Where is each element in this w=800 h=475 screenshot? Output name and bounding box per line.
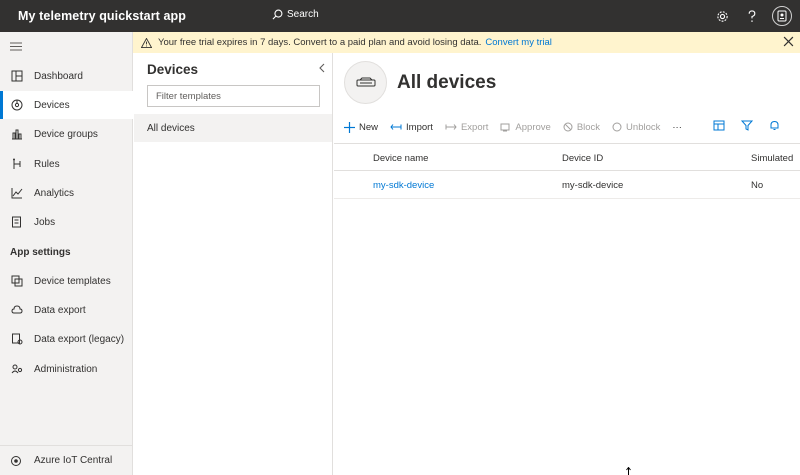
device-templates-icon xyxy=(10,274,24,288)
dashboard-icon xyxy=(10,69,24,83)
sidebar-item-devices[interactable]: Devices xyxy=(0,91,133,119)
block-icon xyxy=(563,122,573,132)
column-header-simulated[interactable]: Simulated xyxy=(751,153,793,164)
panel-title: Devices xyxy=(147,62,199,77)
banner-message: Your free trial expires in 7 days. Conve… xyxy=(158,37,482,48)
approve-label: Approve xyxy=(515,121,551,133)
export-icon xyxy=(445,124,457,130)
device-id-cell: my-sdk-device xyxy=(562,180,624,191)
administration-icon xyxy=(10,362,24,376)
filter-templates-input[interactable] xyxy=(147,85,320,107)
help-icon[interactable] xyxy=(742,6,762,26)
import-label: Import xyxy=(406,121,433,133)
page-title: All devices xyxy=(397,72,497,93)
analytics-icon xyxy=(10,186,24,200)
table-row[interactable]: my-sdk-device my-sdk-device No xyxy=(334,171,800,199)
device-groups-icon xyxy=(10,127,24,141)
azure-iot-central-link[interactable]: Azure IoT Central xyxy=(0,445,133,475)
trial-banner: Your free trial expires in 7 days. Conve… xyxy=(133,32,800,53)
top-bar: My telemetry quickstart app Search xyxy=(0,0,800,32)
chevron-left-icon[interactable] xyxy=(318,63,325,76)
template-item-label: All devices xyxy=(147,122,195,134)
main-content: All devices New Import Export Approve Bl… xyxy=(334,53,800,475)
sidebar-item-label: Data export xyxy=(34,304,86,316)
sidebar-item-data-export-legacy[interactable]: Data export (legacy) xyxy=(0,325,133,353)
sidebar-item-jobs[interactable]: Jobs xyxy=(0,208,133,236)
sidebar-item-label: Devices xyxy=(34,99,70,111)
sidebar-item-dashboard[interactable]: Dashboard xyxy=(0,62,133,90)
more-button[interactable]: ··· xyxy=(672,122,682,133)
sidebar-item-data-export[interactable]: Data export xyxy=(0,296,133,324)
sidebar-item-label: Administration xyxy=(34,363,98,375)
unblock-label: Unblock xyxy=(626,121,661,133)
export-label: Export xyxy=(460,121,489,133)
sidebar-item-label: Data export (legacy) xyxy=(34,333,125,345)
new-button[interactable]: New xyxy=(344,121,379,133)
new-label: New xyxy=(359,121,379,133)
device-icon xyxy=(344,61,387,104)
sidebar-item-administration[interactable]: Administration xyxy=(0,355,133,383)
sidebar-footer-label: Azure IoT Central xyxy=(34,455,113,466)
more-icon: ··· xyxy=(672,121,682,133)
sidebar-item-rules[interactable]: Rules xyxy=(0,150,133,178)
sidebar: Dashboard Devices Device groups Rules An… xyxy=(0,32,133,475)
search-label: Search xyxy=(287,9,319,20)
sidebar-item-device-groups[interactable]: Device groups xyxy=(0,120,133,148)
sidebar-item-label: Jobs xyxy=(34,216,56,228)
unblock-icon xyxy=(612,122,622,132)
sidebar-item-device-templates[interactable]: Device templates xyxy=(0,267,133,295)
section-label-app-settings: App settings xyxy=(10,247,71,258)
jobs-icon xyxy=(10,215,24,229)
app-title[interactable]: My telemetry quickstart app xyxy=(18,9,186,23)
import-button[interactable]: Import xyxy=(390,122,433,133)
column-header-device-name[interactable]: Device name xyxy=(373,153,428,164)
sidebar-item-analytics[interactable]: Analytics xyxy=(0,179,133,207)
toolbar: New Import Export Approve Block Unblock … xyxy=(344,117,800,137)
import-icon xyxy=(390,124,402,130)
close-icon[interactable] xyxy=(783,36,794,50)
approve-icon xyxy=(500,123,510,132)
template-item-all-devices[interactable]: All devices xyxy=(134,114,332,142)
search-icon xyxy=(272,9,283,20)
devices-icon xyxy=(10,98,24,112)
hamburger-menu-icon[interactable] xyxy=(10,42,22,55)
sidebar-item-label: Device templates xyxy=(34,275,111,287)
sidebar-item-label: Rules xyxy=(34,158,60,170)
approve-button[interactable]: Approve xyxy=(500,121,551,133)
device-name-link[interactable]: my-sdk-device xyxy=(373,180,434,191)
block-label: Block xyxy=(576,121,601,133)
sidebar-item-label: Device groups xyxy=(34,128,98,140)
bell-icon[interactable] xyxy=(769,120,780,134)
column-header-device-id[interactable]: Device ID xyxy=(562,153,603,164)
warning-icon xyxy=(141,37,152,48)
edit-view-icon[interactable] xyxy=(713,120,725,134)
export-button[interactable]: Export xyxy=(445,122,488,133)
block-button[interactable]: Block xyxy=(563,122,600,133)
templates-panel: Devices All devices xyxy=(134,53,333,475)
unblock-button[interactable]: Unblock xyxy=(612,122,660,133)
data-export-icon xyxy=(10,303,24,317)
simulated-cell: No xyxy=(751,180,764,191)
data-export-legacy-icon xyxy=(10,332,24,346)
convert-trial-link[interactable]: Convert my trial xyxy=(485,37,552,48)
settings-icon[interactable] xyxy=(712,6,732,26)
iot-central-icon xyxy=(10,455,24,467)
search-button[interactable]: Search xyxy=(272,9,319,20)
sidebar-item-label: Analytics xyxy=(34,187,75,199)
account-icon[interactable] xyxy=(772,6,792,26)
sidebar-item-label: Dashboard xyxy=(34,70,83,82)
rules-icon xyxy=(10,157,24,171)
plus-icon xyxy=(344,121,355,133)
mouse-cursor-icon xyxy=(626,466,631,475)
table-header: Device name Device ID Simulated xyxy=(334,143,800,171)
filter-icon[interactable] xyxy=(740,120,754,134)
